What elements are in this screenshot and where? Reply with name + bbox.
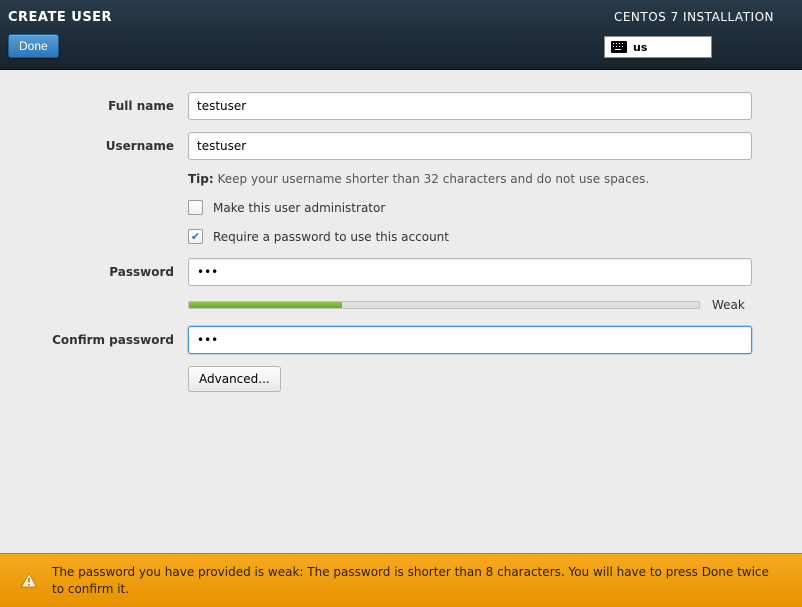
username-tip: Tip: Keep your username shorter than 32 …: [188, 172, 762, 186]
require-password-checkbox-label: Require a password to use this account: [213, 230, 449, 244]
installation-title: CENTOS 7 INSTALLATION: [614, 10, 774, 24]
full-name-input[interactable]: [188, 92, 752, 120]
password-input[interactable]: [188, 258, 752, 286]
admin-checkbox-label: Make this user administrator: [213, 201, 385, 215]
require-password-checkbox[interactable]: [188, 229, 203, 244]
tip-text: Keep your username shorter than 32 chara…: [218, 172, 650, 186]
keyboard-layout-selector[interactable]: us: [604, 36, 712, 58]
password-strength-meter: Weak: [188, 298, 752, 312]
strength-label: Weak: [712, 298, 752, 312]
keyboard-layout-label: us: [633, 41, 647, 54]
username-input[interactable]: [188, 132, 752, 160]
warning-icon: [20, 572, 38, 590]
full-name-label: Full name: [40, 99, 188, 113]
header-bar: CREATE USER Done CENTOS 7 INSTALLATION u…: [0, 0, 802, 70]
admin-checkbox[interactable]: [188, 200, 203, 215]
advanced-button[interactable]: Advanced...: [188, 366, 281, 392]
confirm-password-input[interactable]: [188, 326, 752, 354]
username-label: Username: [40, 139, 188, 153]
create-user-form: Full name Username Tip: Keep your userna…: [0, 70, 802, 392]
strength-fill: [189, 302, 342, 308]
strength-bar: [188, 301, 700, 309]
done-button[interactable]: Done: [8, 34, 59, 58]
confirm-password-label: Confirm password: [40, 333, 188, 347]
password-label: Password: [40, 265, 188, 279]
warning-bar: The password you have provided is weak: …: [0, 553, 802, 607]
warning-text: The password you have provided is weak: …: [52, 564, 782, 598]
tip-prefix: Tip:: [188, 172, 214, 186]
keyboard-icon: [611, 41, 627, 53]
page-title: CREATE USER: [8, 10, 112, 25]
